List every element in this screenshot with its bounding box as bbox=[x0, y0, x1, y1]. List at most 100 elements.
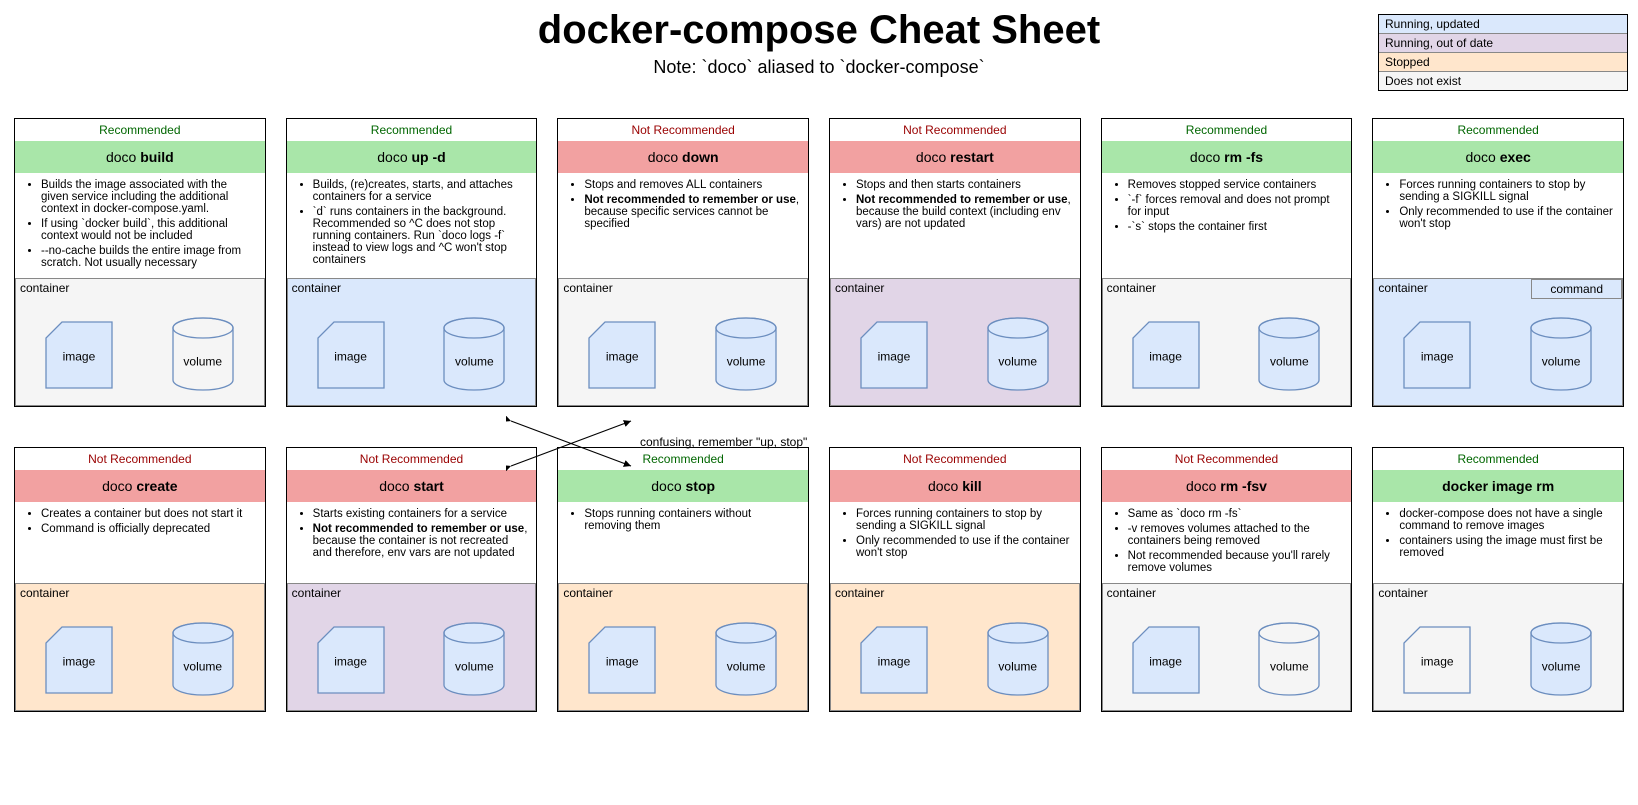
container-box: container image volume bbox=[15, 583, 265, 711]
bullet-list: Forces running containers to stop by sen… bbox=[1373, 173, 1623, 278]
container-label: container bbox=[831, 584, 1079, 602]
image-label: image bbox=[42, 349, 116, 363]
container-label: container bbox=[1374, 584, 1622, 602]
recommendation-label: Not Recommended bbox=[830, 119, 1080, 141]
volume-shape: volume bbox=[439, 316, 509, 394]
container-box: container image volume bbox=[287, 278, 537, 406]
recommendation-label: Not Recommended bbox=[287, 448, 537, 470]
image-shape: image bbox=[857, 318, 931, 392]
bullet-list: Forces running containers to stop by sen… bbox=[830, 502, 1080, 583]
image-label: image bbox=[585, 654, 659, 668]
volume-label: volume bbox=[168, 354, 238, 368]
container-box: container image volume bbox=[1373, 583, 1623, 711]
volume-shape: volume bbox=[168, 316, 238, 394]
volume-label: volume bbox=[439, 659, 509, 673]
volume-shape: volume bbox=[1254, 621, 1324, 699]
command-bar: doco exec bbox=[1373, 141, 1623, 173]
volume-label: volume bbox=[1254, 354, 1324, 368]
image-label: image bbox=[1129, 654, 1203, 668]
image-label: image bbox=[585, 349, 659, 363]
image-label: image bbox=[314, 654, 388, 668]
recommendation-label: Recommended bbox=[287, 119, 537, 141]
volume-label: volume bbox=[439, 354, 509, 368]
command-bar: docker image rm bbox=[1373, 470, 1623, 502]
command-bar: doco stop bbox=[558, 470, 808, 502]
bullet: Not recommended to remember or use, beca… bbox=[584, 194, 800, 230]
container-box: container image volume bbox=[1102, 278, 1352, 406]
card-build: Recommended doco build Builds the image … bbox=[14, 118, 266, 407]
command-bar: doco create bbox=[15, 470, 265, 502]
bullet-list: Builds the image associated with the giv… bbox=[15, 173, 265, 278]
volume-label: volume bbox=[983, 354, 1053, 368]
card-kill: Not Recommended doco kill Forces running… bbox=[829, 447, 1081, 712]
command-bar: doco start bbox=[287, 470, 537, 502]
command-bar: doco down bbox=[558, 141, 808, 173]
card-down: Not Recommended doco down Stops and remo… bbox=[557, 118, 809, 407]
image-shape: image bbox=[585, 623, 659, 697]
image-label: image bbox=[314, 349, 388, 363]
volume-label: volume bbox=[1254, 659, 1324, 673]
bullet: --no-cache builds the entire image from … bbox=[41, 245, 257, 269]
legend: Running, updated Running, out of date St… bbox=[1378, 14, 1628, 91]
bullet-list: Same as `doco rm -fs`-v removes volumes … bbox=[1102, 502, 1352, 583]
bullet: Builds, (re)creates, starts, and attache… bbox=[313, 179, 529, 203]
container-box: container image volume bbox=[830, 278, 1080, 406]
image-shape: image bbox=[585, 318, 659, 392]
volume-shape: volume bbox=[983, 316, 1053, 394]
container-box: container image volume bbox=[15, 278, 265, 406]
image-shape: image bbox=[314, 318, 388, 392]
bullet: docker-compose does not have a single co… bbox=[1399, 508, 1615, 532]
container-label: container bbox=[559, 584, 807, 602]
command-bar: doco rm -fsv bbox=[1102, 470, 1352, 502]
volume-label: volume bbox=[711, 354, 781, 368]
bullet: Creates a container but does not start i… bbox=[41, 508, 257, 520]
image-shape: image bbox=[42, 623, 116, 697]
container-label: container bbox=[16, 584, 264, 602]
bullet-list: Creates a container but does not start i… bbox=[15, 502, 265, 583]
image-shape: image bbox=[1400, 318, 1474, 392]
cross-arrows bbox=[506, 416, 636, 471]
bullet-list: Removes stopped service containers`-f` f… bbox=[1102, 173, 1352, 278]
container-label: container bbox=[1103, 584, 1351, 602]
volume-label: volume bbox=[168, 659, 238, 673]
card-exec: Recommended doco exec Forces running con… bbox=[1372, 118, 1624, 407]
bullet-list: Starts existing containers for a service… bbox=[287, 502, 537, 583]
recommendation-label: Not Recommended bbox=[15, 448, 265, 470]
image-shape: image bbox=[1400, 623, 1474, 697]
image-shape: image bbox=[857, 623, 931, 697]
card-up: Recommended doco up -d Builds, (re)creat… bbox=[286, 118, 538, 407]
volume-label: volume bbox=[1526, 659, 1596, 673]
card-create: Not Recommended doco create Creates a co… bbox=[14, 447, 266, 712]
container-box: container image volume bbox=[558, 583, 808, 711]
bullet: -v removes volumes attached to the conta… bbox=[1128, 523, 1344, 547]
bullet: containers using the image must first be… bbox=[1399, 535, 1615, 559]
legend-running-outofdate: Running, out of date bbox=[1379, 34, 1627, 53]
bullet: Removes stopped service containers bbox=[1128, 179, 1344, 191]
bullet: Only recommended to use if the container… bbox=[856, 535, 1072, 559]
bullet: Stops and removes ALL containers bbox=[584, 179, 800, 191]
card-rm-fsv: Not Recommended doco rm -fsv Same as `do… bbox=[1101, 447, 1353, 712]
recommendation-label: Not Recommended bbox=[830, 448, 1080, 470]
bullet: Stops and then starts containers bbox=[856, 179, 1072, 191]
volume-shape: volume bbox=[439, 621, 509, 699]
arrow-note: confusing, remember "up, stop" bbox=[640, 435, 807, 449]
recommendation-label: Recommended bbox=[1102, 119, 1352, 141]
legend-stopped: Stopped bbox=[1379, 53, 1627, 72]
card-restart: Not Recommended doco restart Stops and t… bbox=[829, 118, 1081, 407]
container-label: container bbox=[559, 279, 807, 297]
bullet-list: docker-compose does not have a single co… bbox=[1373, 502, 1623, 583]
container-box: command container image volume bbox=[1373, 278, 1623, 406]
command-badge: command bbox=[1531, 279, 1622, 299]
image-label: image bbox=[1400, 654, 1474, 668]
command-bar: doco kill bbox=[830, 470, 1080, 502]
volume-label: volume bbox=[711, 659, 781, 673]
volume-label: volume bbox=[1526, 354, 1596, 368]
volume-shape: volume bbox=[168, 621, 238, 699]
container-label: container bbox=[16, 279, 264, 297]
bullet: `d` runs containers in the background. R… bbox=[313, 206, 529, 266]
container-label: container bbox=[831, 279, 1079, 297]
bullet-list: Builds, (re)creates, starts, and attache… bbox=[287, 173, 537, 278]
container-box: container image volume bbox=[558, 278, 808, 406]
bullet: Builds the image associated with the giv… bbox=[41, 179, 257, 215]
container-box: container image volume bbox=[287, 583, 537, 711]
